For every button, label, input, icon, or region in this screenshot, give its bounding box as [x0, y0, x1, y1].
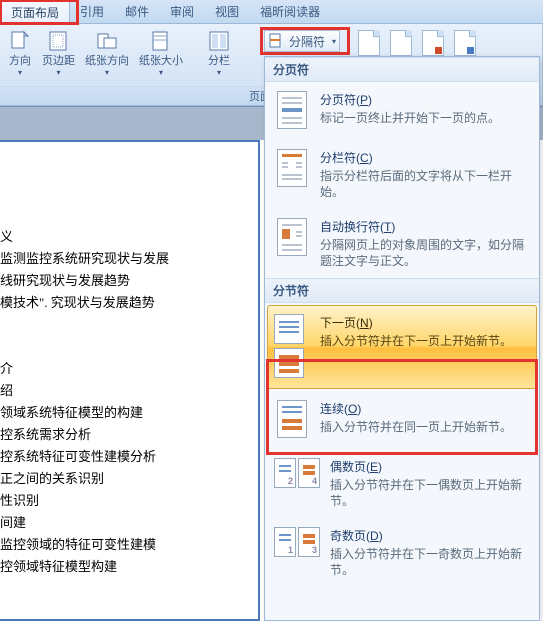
chevron-down-icon: ▾: [18, 69, 22, 77]
continuous-icon: [274, 400, 310, 440]
tab-references[interactable]: 引用: [70, 0, 115, 23]
item-continuous[interactable]: 连续(O) 插入分节符并在同一页上开始新节。: [265, 391, 539, 449]
tab-review[interactable]: 审阅: [160, 0, 205, 23]
btn-margins[interactable]: 页边距 ▾: [38, 26, 79, 78]
btn-breaks[interactable]: 分隔符 ▾: [264, 30, 340, 52]
item-page-break[interactable]: 分页符(P) 标记一页终止并开始下一页的点。: [265, 82, 539, 140]
chevron-down-icon: ▾: [56, 69, 60, 77]
chevron-down-icon: ▾: [217, 69, 221, 77]
even-page-icon: 2 4: [274, 458, 320, 498]
section-section-breaks: 分节符: [265, 278, 539, 303]
paper-orientation-icon: [95, 29, 119, 53]
tab-page-layout[interactable]: 页面布局: [0, 1, 70, 24]
page-icon[interactable]: [358, 30, 380, 56]
column-break-icon: [274, 149, 310, 189]
tab-foxit[interactable]: 福昕阅读器: [250, 0, 331, 23]
breaks-icon: [269, 33, 285, 49]
next-page-icon: [274, 314, 310, 378]
chevron-down-icon: ▾: [332, 37, 336, 46]
page-icon[interactable]: [390, 30, 412, 56]
item-next-page[interactable]: 下一页(N) 插入分节符并在下一页上开始新节。: [267, 305, 537, 389]
page-icon[interactable]: [454, 30, 476, 56]
document-area: 义 监测监控系统研究现状与发展 线研究现状与发展趋势 模技术". 究现状与发展趋…: [0, 140, 260, 621]
text-wrapping-icon: [274, 218, 310, 258]
breaks-dropdown: 分页符 分页符(P) 标记一页终止并开始下一页的点。 分栏符(C) 指示分栏符后…: [264, 56, 540, 621]
chevron-down-icon: ▾: [105, 69, 109, 77]
item-odd-page[interactable]: 1 3 奇数页(D) 插入分节符并在下一奇数页上开始新节。: [265, 518, 539, 587]
ribbon-extra-icons: [358, 30, 476, 56]
item-text-wrapping-break[interactable]: 自动换行符(T) 分隔网页上的对象周围的文字，如分隔题注文字与正文。: [265, 209, 539, 278]
page-icon[interactable]: [422, 30, 444, 56]
paper-size-icon: [149, 29, 173, 53]
odd-page-icon: 1 3: [274, 527, 320, 567]
tab-mailings[interactable]: 邮件: [115, 0, 160, 23]
item-even-page[interactable]: 2 4 偶数页(E) 插入分节符并在下一偶数页上开始新节。: [265, 449, 539, 518]
ribbon-tabs: 页面布局 引用 邮件 审阅 视图 福昕阅读器: [0, 0, 543, 24]
chevron-down-icon: ▾: [159, 69, 163, 77]
orientation-icon: [8, 29, 32, 53]
page-break-icon: [274, 91, 310, 131]
item-column-break[interactable]: 分栏符(C) 指示分栏符后面的文字将从下一栏开始。: [265, 140, 539, 209]
btn-columns[interactable]: 分栏 ▾: [203, 26, 235, 78]
btn-paper-size[interactable]: 纸张大小 ▾: [135, 26, 187, 78]
btn-orientation[interactable]: 方向 ▾: [4, 26, 36, 78]
margins-icon: [47, 29, 71, 53]
tab-view[interactable]: 视图: [205, 0, 250, 23]
columns-icon: [207, 29, 231, 53]
btn-paper-orientation[interactable]: 纸张方向 ▾: [81, 26, 133, 78]
section-page-breaks: 分页符: [265, 57, 539, 82]
